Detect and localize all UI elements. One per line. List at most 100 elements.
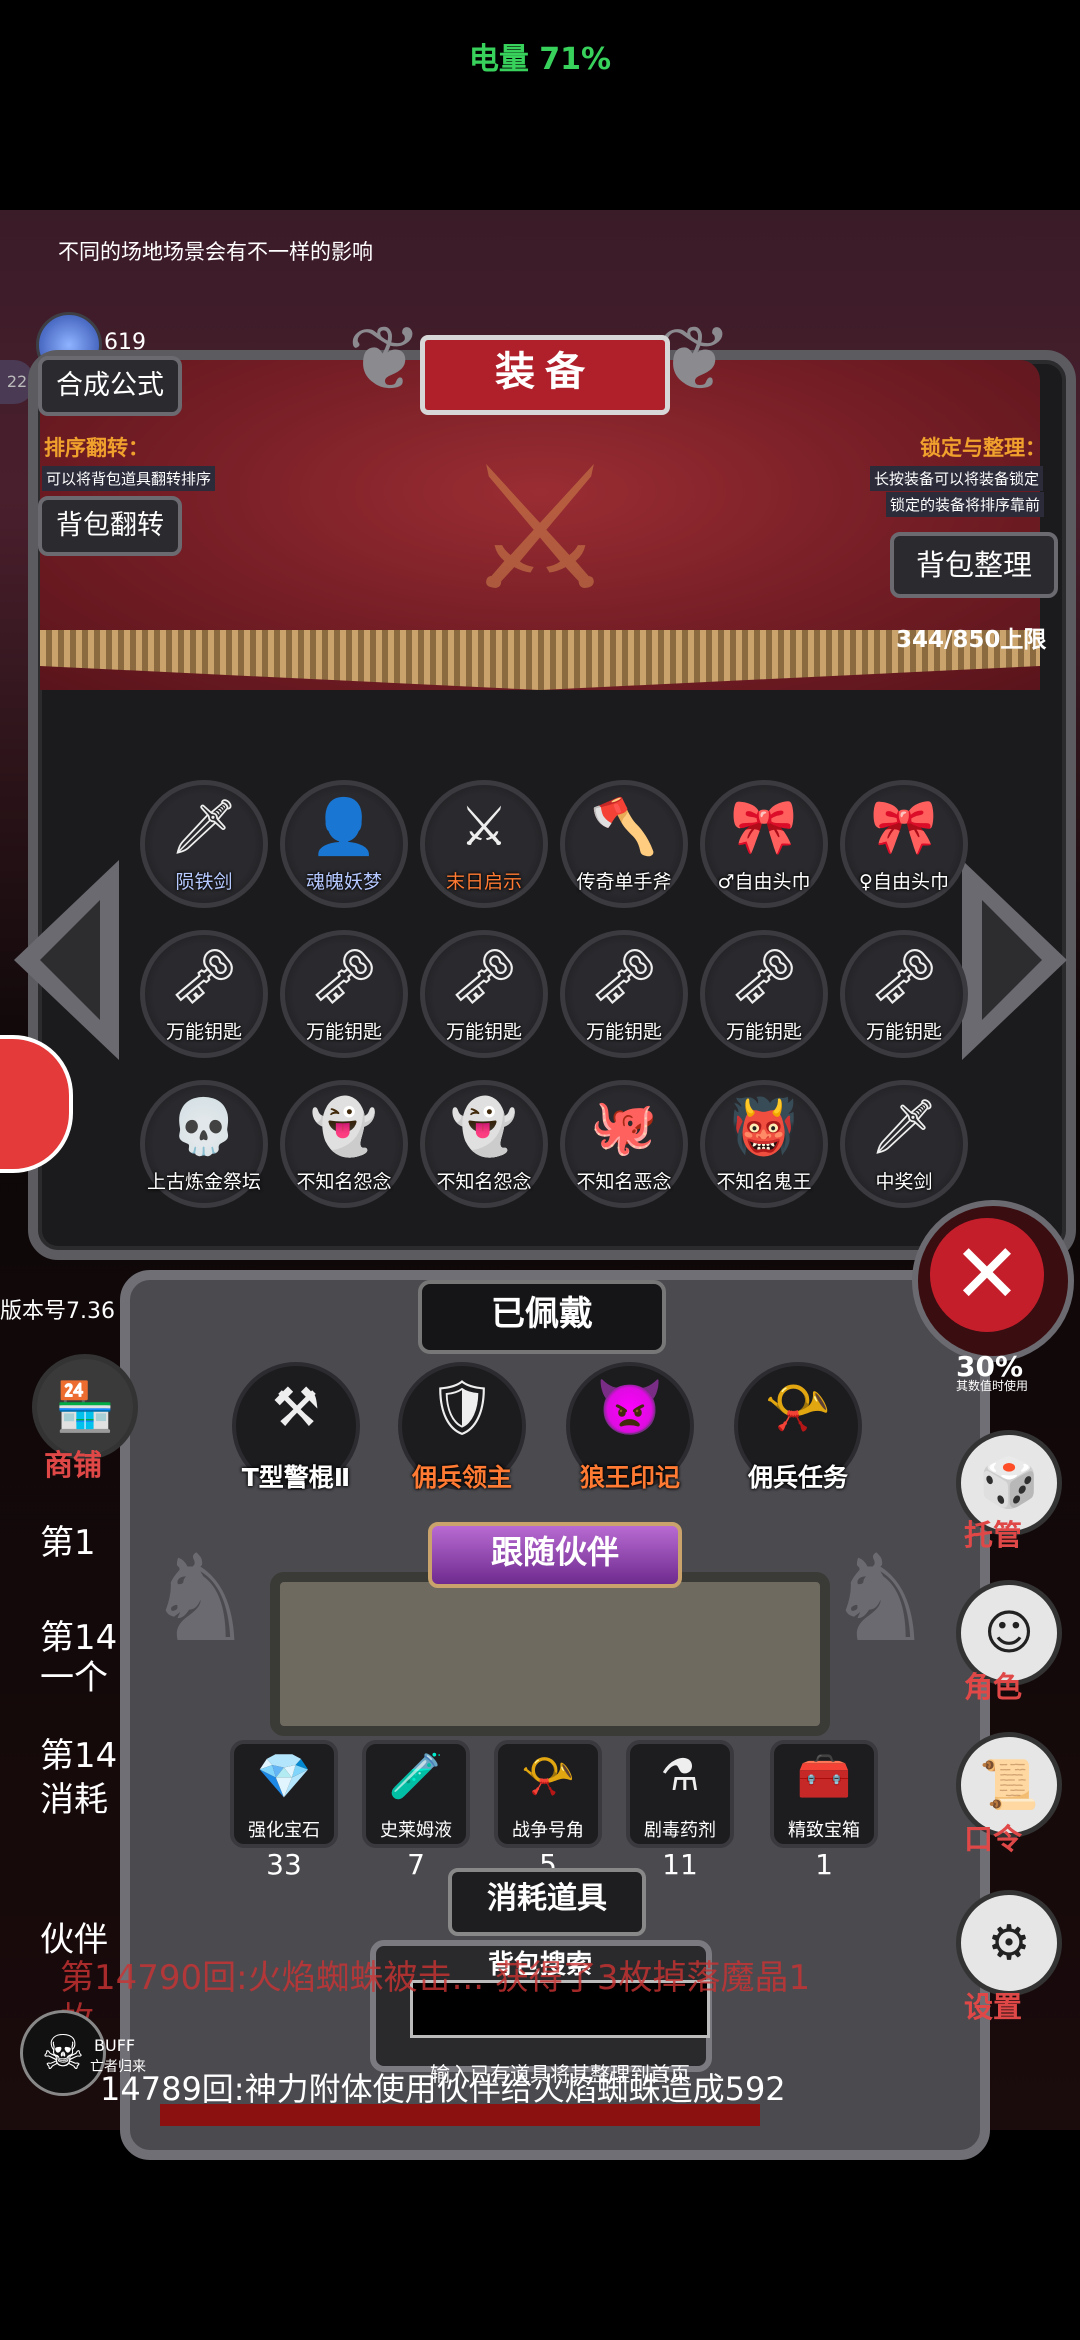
crossed-swords-emblem-icon: ⚔ <box>463 431 617 629</box>
log-line: 一个 <box>40 1658 108 1698</box>
inventory-slot[interactable]: 👻 不知名怨念 <box>420 1080 548 1208</box>
item-label: 万能钥匙 <box>165 1021 242 1043</box>
item-icon: 🗡 <box>869 1095 939 1158</box>
equipped-item-label: 佣兵领主 <box>411 1463 512 1492</box>
inventory-slot[interactable]: 🪓 传奇单手斧 <box>560 780 688 908</box>
equipped-slot[interactable]: 🛡 佣兵领主 <box>398 1362 526 1492</box>
lock-desc-2: 锁定的装备将排序靠前 <box>886 492 1045 517</box>
companion-slot[interactable] <box>270 1572 830 1736</box>
item-icon: 👻 <box>450 1095 518 1158</box>
equipped-item-label: T型警棍Ⅱ <box>241 1463 351 1492</box>
scene-hint: 不同的场地场景会有不一样的影响 <box>58 240 373 264</box>
equipped-slot[interactable]: ⚒ T型警棍Ⅱ <box>232 1362 360 1492</box>
inventory-slot[interactable]: 🗝 万能钥匙 <box>700 930 828 1058</box>
item-icon: 🎀 <box>730 795 798 858</box>
consumable-label: 强化宝石 <box>248 1820 320 1841</box>
item-icon: 🗝 <box>449 945 519 1008</box>
item-label: 不知名恶念 <box>576 1171 672 1193</box>
role-label[interactable]: 角色 <box>964 1664 1022 1706</box>
settings-gear-icon[interactable]: ⚙ <box>956 1890 1062 1996</box>
item-label: 魂魄妖梦 <box>305 871 382 893</box>
log-line: 消耗 <box>40 1780 108 1820</box>
inventory-slot[interactable]: 🎀 ♂自由头巾 <box>700 780 828 908</box>
item-icon: 🎀 <box>870 795 938 858</box>
inventory-slot[interactable]: 🗝 万能钥匙 <box>840 930 968 1058</box>
code-label[interactable]: 口令 <box>964 1816 1022 1858</box>
item-icon: 🗝 <box>729 945 799 1008</box>
consumable-label: 精致宝箱 <box>788 1820 860 1841</box>
synthesis-button[interactable]: 合成公式 <box>38 356 182 416</box>
inventory-slot[interactable]: 🗝 万能钥匙 <box>280 930 408 1058</box>
item-label: 陨铁剑 <box>175 871 233 893</box>
item-label: 不知名鬼王 <box>716 1171 812 1193</box>
consumables-title: 消耗道具 <box>448 1868 646 1936</box>
equipped-item-label: 狼王印记 <box>579 1463 680 1492</box>
version-label: 版本号7.36 <box>0 1299 115 1324</box>
sort-flip-desc: 可以将背包道具翻转排序 <box>42 466 216 491</box>
inventory-slot[interactable]: 💀 上古炼金祭坛 <box>140 1080 268 1208</box>
equipped-slot[interactable]: 📯 佣兵任务 <box>734 1362 862 1492</box>
buff-label: BUFF <box>94 2036 136 2055</box>
dragon-statue-left-icon: ♞ <box>146 1530 254 1669</box>
inventory-slot[interactable]: 🗝 万能钥匙 <box>420 930 548 1058</box>
consumable-label: 剧毒药剂 <box>644 1820 716 1841</box>
item-icon: 🗝 <box>169 945 239 1008</box>
consumable-count: 33 <box>266 1848 302 1881</box>
manage-label[interactable]: 托管 <box>964 1512 1022 1554</box>
log-line: 第14790回:火焰蜘蛛被击... 获得了3枚掉落魔晶1 <box>60 1958 811 1998</box>
consumable-slot[interactable]: 🧪 史莱姆液 7 <box>362 1740 470 1881</box>
item-label: 不知名怨念 <box>436 1171 532 1193</box>
consumable-slot[interactable]: 📯 战争号角 5 <box>494 1740 602 1881</box>
item-label: 万能钥匙 <box>725 1021 802 1043</box>
battery-status: 电量 71% <box>468 42 612 77</box>
equipped-item-icon: 🛡 <box>427 1376 497 1439</box>
consumable-slot[interactable]: 🧰 精致宝箱 1 <box>770 1740 878 1881</box>
inventory-slot[interactable]: 👻 不知名怨念 <box>280 1080 408 1208</box>
dragon-statue-right-icon: ♞ <box>826 1530 934 1669</box>
item-icon: 🗝 <box>869 945 939 1008</box>
inventory-slot[interactable]: 🗡 中奖剑 <box>840 1080 968 1208</box>
item-label: ♀自由头巾 <box>859 871 949 893</box>
item-label: 末日启示 <box>445 871 522 893</box>
close-icon[interactable]: ✕ <box>930 1218 1044 1332</box>
item-icon: 👹 <box>730 1095 798 1158</box>
consumable-slot[interactable]: 💎 强化宝石 33 <box>230 1740 338 1881</box>
consumable-label: 战争号角 <box>512 1820 584 1841</box>
consumable-icon: 🧰 <box>796 1751 852 1802</box>
shop-label[interactable]: 商铺 <box>44 1442 102 1484</box>
companion-title: 跟随伙伴 <box>428 1522 682 1588</box>
next-arrow-inner <box>982 900 1042 1020</box>
item-icon: 🗝 <box>309 945 379 1008</box>
progress-bar <box>160 2104 760 2126</box>
item-label: 万能钥匙 <box>865 1021 942 1043</box>
consumable-slot[interactable]: ⚗ 剧毒药剂 11 <box>626 1740 734 1881</box>
consumable-icon: 💎 <box>256 1751 312 1802</box>
settings-label[interactable]: 设置 <box>964 1984 1022 2026</box>
item-label: 传奇单手斧 <box>576 871 672 893</box>
inventory-slot[interactable]: 🎀 ♀自由头巾 <box>840 780 968 908</box>
inventory-slot[interactable]: 🗝 万能钥匙 <box>560 930 688 1058</box>
item-label: 中奖剑 <box>875 1171 933 1193</box>
bag-flip-button[interactable]: 背包翻转 <box>38 496 182 556</box>
item-icon: ⚔ <box>459 795 509 858</box>
equipped-item-icon: 👿 <box>596 1376 664 1439</box>
inventory-slot[interactable]: 🗝 万能钥匙 <box>140 930 268 1058</box>
item-icon: 👤 <box>310 795 378 858</box>
inventory-slot[interactable]: 👹 不知名鬼王 <box>700 1080 828 1208</box>
consumable-label: 史莱姆液 <box>380 1820 452 1841</box>
inventory-slot[interactable]: 🐙 不知名恶念 <box>560 1080 688 1208</box>
item-label: 不知名怨念 <box>296 1171 392 1193</box>
inventory-slot[interactable]: 👤 魂魄妖梦 <box>280 780 408 908</box>
item-label: 上古炼金祭坛 <box>146 1171 261 1193</box>
inventory-slot[interactable]: ⚔ 末日启示 <box>420 780 548 908</box>
percent-sub: 其数值时使用 <box>956 1379 1029 1393</box>
inventory-slot[interactable]: 🗡 陨铁剑 <box>140 780 268 908</box>
consumable-icon: ⚗ <box>660 1750 700 1801</box>
equipped-item-icon: ⚒ <box>271 1376 321 1439</box>
log-line: 第14 <box>40 1736 118 1776</box>
item-icon: 💀 <box>170 1095 238 1158</box>
bag-organize-button[interactable]: 背包整理 <box>890 532 1058 598</box>
lock-desc-1: 长按装备可以将装备锁定 <box>870 466 1044 491</box>
equipped-slot[interactable]: 👿 狼王印记 <box>566 1362 694 1492</box>
sort-flip-title: 排序翻转： <box>44 436 149 460</box>
